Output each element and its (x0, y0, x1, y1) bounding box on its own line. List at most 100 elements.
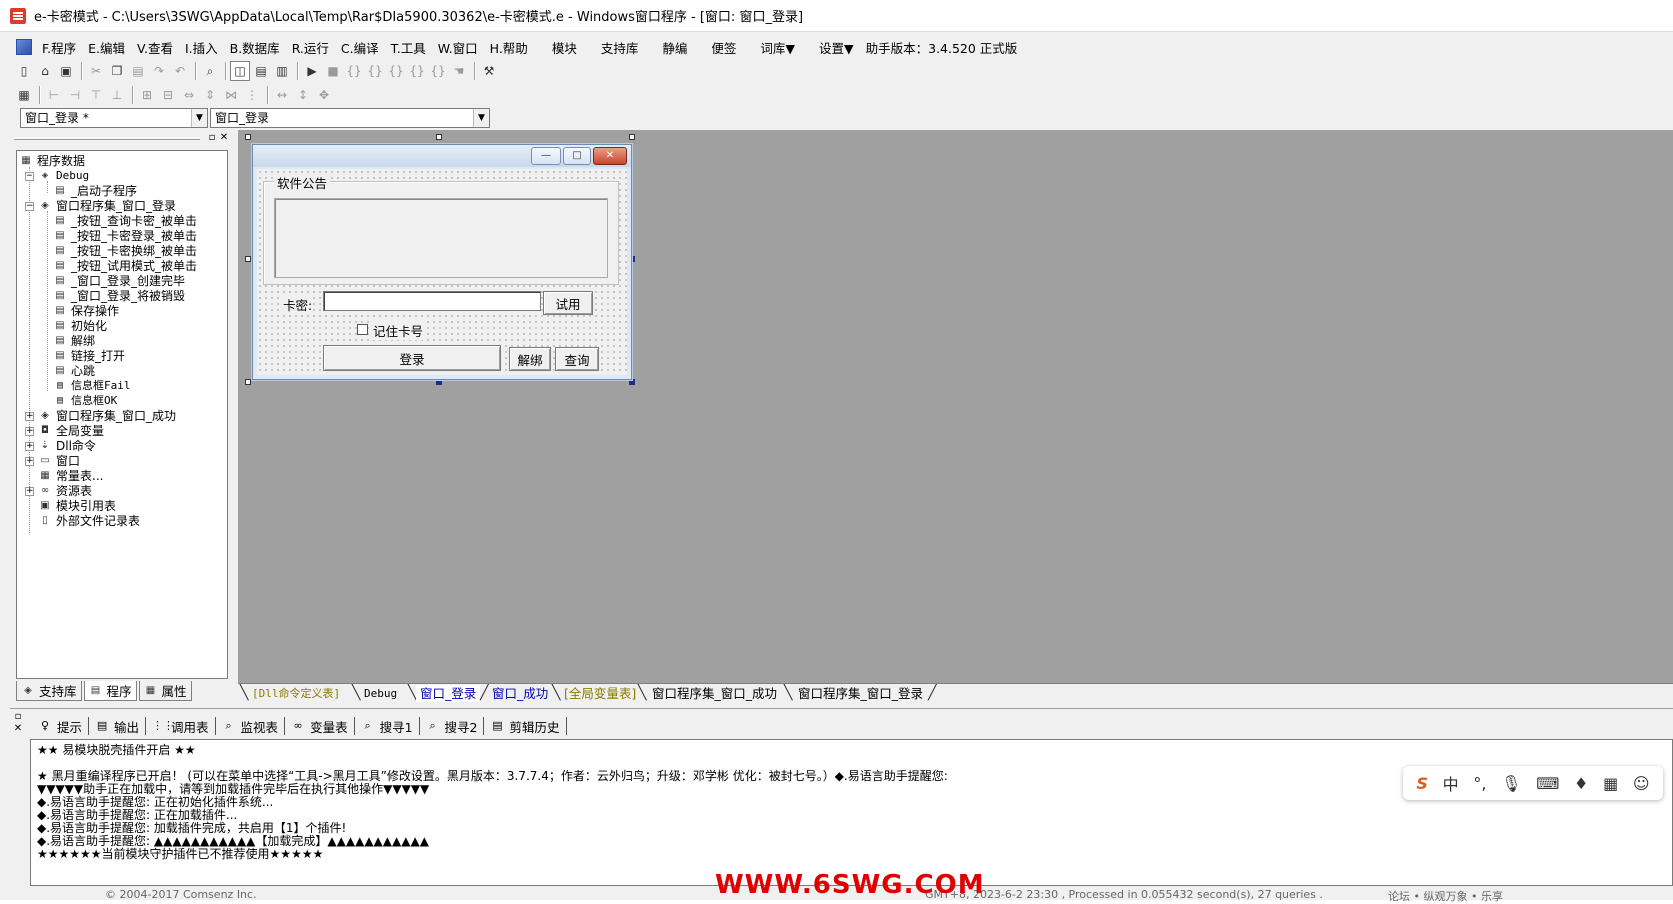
menu-tools[interactable]: T.工具 (385, 38, 432, 57)
ime-mode[interactable]: 中 (1443, 771, 1459, 795)
doc-tab-debug[interactable]: Debug (360, 685, 401, 702)
form-title-bar[interactable]: — □ ✕ (253, 145, 631, 167)
tools-icon[interactable]: ⚒ (479, 61, 499, 81)
expand-icon[interactable]: + (25, 441, 34, 451)
open-folder-icon[interactable]: ⌂ (35, 61, 55, 81)
trial-button[interactable]: 试用 (543, 291, 593, 315)
tree-item-sub[interactable]: ▤ 链接_打开 (53, 348, 125, 364)
remember-checkbox[interactable] (357, 324, 368, 335)
menu-window[interactable]: W.窗口 (432, 38, 484, 57)
close-icon[interactable]: ✕ (218, 132, 230, 144)
align-top-icon[interactable]: ⊤ (86, 85, 106, 105)
tree-item-sub[interactable]: ▤ 心跳 (53, 363, 95, 379)
resize-handle[interactable] (245, 379, 251, 385)
tree-item-constants[interactable]: ▦ 常量表... (38, 468, 103, 484)
collapse-icon[interactable]: − (25, 171, 34, 181)
doc-tab-success-set[interactable]: 窗口程序集_窗口_成功 (648, 685, 781, 702)
menu-view[interactable]: V.查看 (131, 38, 179, 57)
find-icon[interactable]: ⌕ (200, 61, 220, 81)
restore-icon[interactable]: ▫ (12, 711, 24, 723)
resize-both-icon[interactable]: ✥ (314, 85, 334, 105)
tree-item-debug[interactable]: − ◈ Debug (25, 168, 89, 184)
tree-item-sub[interactable]: ▤ 解绑 (53, 333, 95, 349)
close-icon[interactable]: ✕ (593, 147, 627, 165)
menu-compile[interactable]: C.编译 (335, 38, 385, 57)
doc-tab-login[interactable]: 窗口_登录 (416, 685, 481, 702)
tree-item-success-set[interactable]: + ◈ 窗口程序集_窗口_成功 (25, 408, 176, 424)
output-text[interactable]: ★★ 易模块脱壳插件开启 ★★ ★ 黑月重编译程序已开启！ (可以在菜单中选择“… (30, 739, 1673, 886)
announcement-text[interactable] (274, 198, 608, 278)
tree-item-sub[interactable]: ▤ _按钮_查询卡密_被单击 (53, 213, 197, 229)
tree-item-sub[interactable]: ▤ 信息框Fail (53, 378, 131, 394)
tree-item-window[interactable]: + ▭ 窗口 (25, 453, 80, 469)
sogou-logo-icon[interactable]: S (1416, 774, 1428, 793)
tab-clip-history[interactable]: ▤ 剪辑历史 (484, 717, 567, 735)
tree-item-sub[interactable]: ▤ _按钮_卡密换绑_被单击 (53, 243, 197, 259)
grid-icon[interactable]: ▦ (1603, 774, 1618, 793)
resize-handle[interactable] (629, 134, 635, 140)
expand-icon[interactable]: + (25, 411, 34, 421)
menu-lexicon[interactable]: 词库▼ (754, 38, 801, 57)
menu-module[interactable]: 模块 (546, 38, 583, 57)
chevron-down-icon[interactable]: ▼ (473, 109, 489, 127)
tree-item-start-sub[interactable]: ▤ _启动子程序 (53, 183, 137, 199)
tab-support-lib[interactable]: ◈ 支持库 (16, 681, 82, 701)
collapse-icon[interactable]: − (25, 201, 34, 211)
undo-icon[interactable]: ↶ (170, 61, 190, 81)
tree-item-modules[interactable]: ▣ 模块引用表 (38, 498, 116, 514)
layout-split-icon[interactable]: ▥ (272, 61, 292, 81)
hand-icon[interactable]: ☚ (449, 61, 469, 81)
card-input[interactable] (323, 291, 541, 311)
center-v-icon[interactable]: ⊟ (158, 85, 178, 105)
chevron-down-icon[interactable]: ▼ (191, 109, 207, 127)
minimize-icon[interactable]: — (531, 147, 561, 165)
menu-insert[interactable]: I.插入 (179, 38, 224, 57)
tree-item-dll[interactable]: + ⇣ Dll命令 (25, 438, 96, 454)
resize-h-icon[interactable]: ↔ (272, 85, 292, 105)
tree-item-sub[interactable]: ▤ 保存操作 (53, 303, 119, 319)
expand-icon[interactable]: + (25, 426, 34, 436)
step-out-icon[interactable]: {} (386, 61, 406, 81)
align-bottom-icon[interactable]: ⊥ (107, 85, 127, 105)
doc-tab-dll[interactable]: [Dll命令定义表] (248, 685, 344, 702)
cut-icon[interactable]: ✂ (86, 61, 106, 81)
expand-icon[interactable]: + (25, 456, 34, 466)
tree-item-sub[interactable]: ▤ _按钮_卡密登录_被单击 (53, 228, 197, 244)
resize-handle[interactable] (245, 256, 251, 262)
save-icon[interactable]: ▣ (56, 61, 76, 81)
menu-settings[interactable]: 设置▼ (813, 38, 860, 57)
stop-icon[interactable]: ■ (323, 61, 343, 81)
microphone-icon[interactable]: 🎙 (1501, 774, 1521, 793)
layout-top-icon[interactable]: ▤ (251, 61, 271, 81)
unbind-button[interactable]: 解绑 (509, 347, 551, 371)
new-file-icon[interactable]: ▯ (14, 61, 34, 81)
tab-properties[interactable]: ▦ 属性 (138, 681, 192, 701)
layout-left-icon[interactable]: ◫ (230, 61, 250, 81)
menu-static-compile[interactable]: 静编 (656, 38, 693, 57)
query-button[interactable]: 查询 (555, 347, 599, 371)
maximize-icon[interactable]: □ (563, 147, 591, 165)
tree-item-sub[interactable]: ▤ 信息框OK (53, 393, 117, 409)
mascot-icon[interactable]: ☺ (1633, 774, 1650, 793)
tree-item-sub[interactable]: ▤ 初始化 (53, 318, 107, 334)
menu-edit[interactable]: E.编辑 (82, 38, 131, 57)
event-combo[interactable]: 窗口_登录 ▼ (210, 108, 490, 128)
copy-icon[interactable]: ❐ (107, 61, 127, 81)
object-combo[interactable]: 窗口_登录 * ▼ (20, 108, 208, 128)
menu-run[interactable]: R.运行 (286, 38, 335, 57)
menu-system-icon[interactable] (16, 39, 32, 55)
close-icon[interactable]: ✕ (12, 723, 24, 735)
login-button[interactable]: 登录 (323, 345, 501, 371)
keyboard-icon[interactable]: ⌨ (1536, 774, 1559, 793)
panel-grip[interactable] (14, 137, 200, 140)
menu-support-lib[interactable]: 支持库 (595, 38, 645, 57)
space-v-icon[interactable]: ⋮ (242, 85, 262, 105)
menu-notes[interactable]: 便签 (705, 38, 742, 57)
tab-search2[interactable]: ⌕ 搜寻2 (420, 717, 485, 735)
tab-variables[interactable]: ∞ 变量表 (285, 717, 355, 735)
tab-watch[interactable]: ⌕ 监视表 (216, 717, 286, 735)
tree-item-sub[interactable]: ▤ _窗口_登录_创建完毕 (53, 273, 185, 289)
center-h-icon[interactable]: ⊞ (137, 85, 157, 105)
tab-output[interactable]: ▤ 输出 (89, 717, 147, 735)
paste-icon[interactable]: ▤ (128, 61, 148, 81)
